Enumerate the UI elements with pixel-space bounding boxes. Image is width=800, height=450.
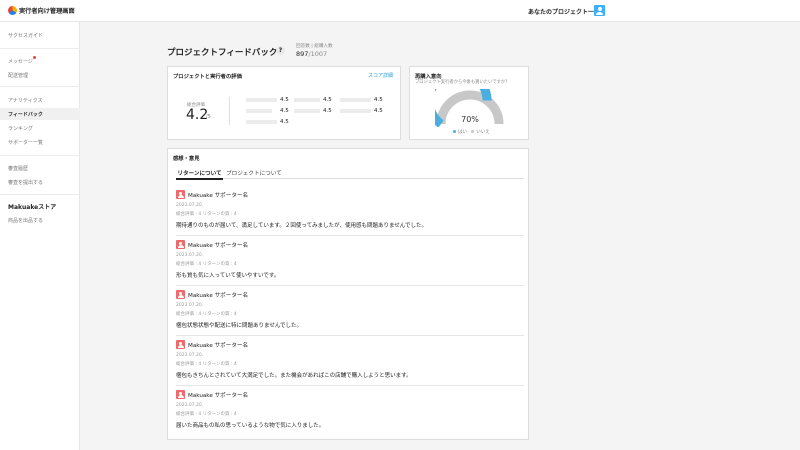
repurchase-gauge: 70% [435,89,504,127]
review-date: 2023.07.20. [176,403,204,408]
score-label-placeholder [340,98,371,102]
review-divider [176,285,524,286]
tab-return[interactable]: リターンについて [176,169,223,180]
score-label-placeholder [340,109,371,113]
reviewer-avatar-icon [176,340,185,349]
review-text: 届いた商品もの私の思っているような物で気に入りました。 [176,423,325,429]
page-title: プロジェクトフィードバック [167,48,278,58]
reviewer-avatar-icon [176,240,185,249]
gauge-percent: 70% [461,115,479,124]
score-value: 4.5 [323,97,332,103]
score-label-placeholder [246,98,277,102]
score-label-placeholder [246,109,272,113]
respondents-value: 897/1007 [296,50,327,58]
project-list-link[interactable]: あなたのプロジェクト一覧 [528,7,600,16]
review-divider [176,235,524,236]
average-denominator: /5 [206,114,211,120]
respondents-count: 897 [296,50,309,58]
help-icon[interactable]: ? [276,46,285,55]
sidebar-item-success-guide[interactable]: サクセスガイド [8,32,43,39]
sidebar-store-title: Makuakeストア [8,204,57,211]
score-label-placeholder [294,109,320,113]
review-date: 2023.07.20. [176,353,204,358]
top-header: 実行者向け管理画面 あなたのプロジェクト一覧 [0,0,800,22]
legend-no-dot [471,130,475,133]
reviewer-name: Makuake サポーター名 [188,393,249,399]
sidebar-item-shipping[interactable]: 配送管理 [8,72,28,79]
sidebar-divider [0,194,80,195]
review-date: 2023.07.20. [176,253,204,258]
gauge-legend: はい いいえ [453,129,490,135]
sidebar-item-list-product[interactable]: 商品を出品する [8,217,43,224]
sidebar-divider [0,155,80,156]
reviewer-avatar-icon [176,390,185,399]
average-value: 4.2 [186,107,209,123]
sidebar-divider [0,86,80,87]
reviewer-name: Makuake サポーター名 [188,293,249,299]
score-value: 4.5 [280,97,289,103]
sidebar-item-feedback[interactable]: フィードバック [8,111,43,118]
sidebar-item-analytics[interactable]: アナリティクス [8,97,42,104]
legend-yes: はい [458,130,467,135]
legend-no: いいえ [476,130,490,135]
feedback-tabs: リターンについて プロジェクトについて [176,167,524,180]
score-value: 4.5 [374,108,383,114]
evaluation-card: プロジェクトと実行者の評価 スコア詳細 総合評価 4.2 /5 4.5 4.5 … [167,66,401,140]
feedback-card: 感想・意見 リターンについて プロジェクトについて Makuake サポーター名… [167,148,529,440]
review-divider [176,385,524,386]
repurchase-card: 再購入意向 プロジェクト実行者から今後も買いたいですか? 70% はい いいえ [409,66,529,140]
review-ratings: 総合評価 : 4 リターンの質 : 4 [176,312,237,317]
sidebar-item-ranking[interactable]: ランキング [8,125,33,132]
reviewer-avatar-icon [176,290,185,299]
reviewer-name: Makuake サポーター名 [188,193,249,199]
score-value: 4.5 [280,119,289,125]
reviewer-name: Makuake サポーター名 [188,343,249,349]
review-date: 2023.07.20. [176,303,204,308]
review-divider [176,335,524,336]
score-label-placeholder [246,120,277,124]
score-value: 4.5 [374,97,383,103]
respondents-label: 回答数 | 総購入数 [296,44,333,49]
app-title[interactable]: 実行者向け管理画面 [19,6,75,15]
review-ratings: 総合評価 : 4 リターンの質 : 4 [176,412,237,417]
user-avatar-icon[interactable] [594,5,605,16]
review-ratings: 総合評価 : 4 リターンの質 : 4 [176,262,237,267]
reviewer-avatar-icon [176,190,185,199]
review-text: 期待通りのものが届いて、満足しています。２回使ってみましたが、使用感も問題ありま… [176,223,428,229]
unread-badge [33,56,36,59]
review-text: 梱包もきちんとされていて大満足でした。また機会があればこの店舗で購入しようと思い… [176,373,412,379]
feedback-title: 感想・意見 [173,156,200,162]
review-date: 2023.07.20. [176,203,204,208]
legend-yes-dot [453,130,456,133]
score-value: 4.5 [280,108,289,114]
sidebar-item-submit-review[interactable]: 審査を提出する [8,179,43,186]
vertical-divider [229,97,230,125]
respondents-total: /1007 [308,50,328,58]
reviewer-name: Makuake サポーター名 [188,243,249,249]
sidebar-divider [0,48,80,49]
tab-project[interactable]: プロジェクトについて [226,169,282,177]
review-text: 梱包状態状態や配送に特に問題ありませんでした。 [176,323,303,329]
repurchase-subtitle: プロジェクト実行者から今後も買いたいですか? [415,80,508,85]
makuake-logo-icon[interactable] [8,6,17,15]
review-ratings: 総合評価 : 4 リターンの質 : 4 [176,212,237,217]
score-label-placeholder [294,98,320,102]
score-value: 4.5 [323,108,332,114]
sidebar: サクセスガイド メッセージ 配送管理 アナリティクス フィードバック ランキング… [0,22,80,450]
sidebar-item-review-history[interactable]: 審査履歴 [8,165,28,172]
review-text: 形も質も気に入っていて使いやすいです。 [176,273,280,279]
sidebar-item-supporters[interactable]: サポーター一覧 [8,139,43,146]
score-detail-link[interactable]: スコア詳細 [368,72,393,79]
evaluation-title: プロジェクトと実行者の評価 [173,74,242,80]
sidebar-item-messages[interactable]: メッセージ [8,58,33,65]
review-ratings: 総合評価 : 4 リターンの質 : 4 [176,362,237,367]
